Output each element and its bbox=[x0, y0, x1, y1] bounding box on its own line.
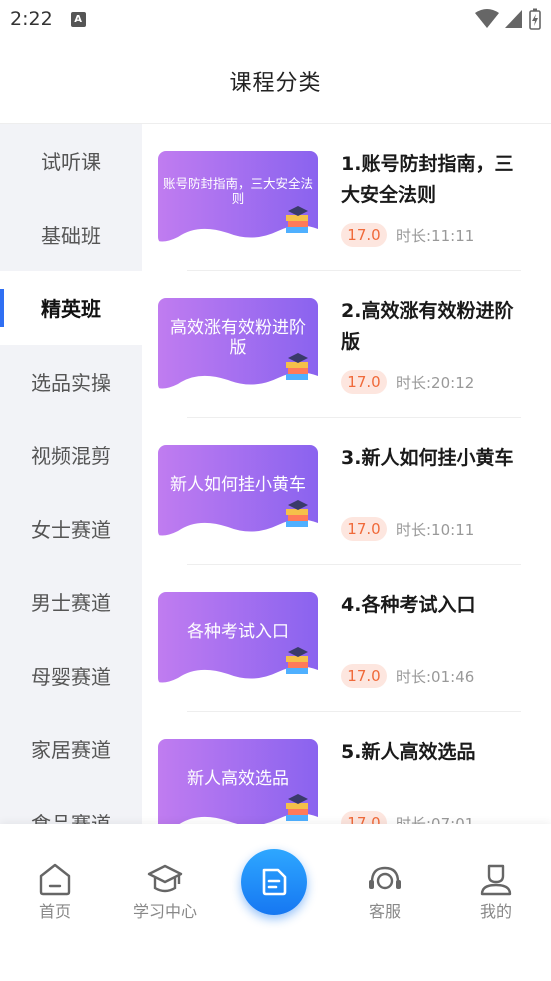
thumbnail-caption: 各种考试入口 bbox=[187, 621, 289, 642]
course-thumbnail: 新人如何挂小黄车 bbox=[158, 445, 318, 539]
thumbnail-caption: 高效涨有效粉进阶版 bbox=[170, 317, 306, 358]
nav-label: 客服 bbox=[368, 902, 401, 921]
nav-learning-center[interactable]: 学习中心 bbox=[120, 862, 210, 922]
course-card[interactable]: 账号防封指南，三大安全法则 1.账号防封指南，三大安全法则 17.0 时长:11… bbox=[142, 124, 551, 271]
sidebar-item-basic[interactable]: 基础班 bbox=[0, 198, 142, 272]
nav-customer-service[interactable]: 客服 bbox=[340, 862, 430, 922]
sidebar-item-label: 男士赛道 bbox=[31, 591, 111, 616]
sidebar-item-label: 基础班 bbox=[41, 223, 101, 248]
course-card[interactable]: 各种考试入口 4.各种考试入口 17.0 时长:01:46 bbox=[142, 565, 551, 712]
sidebar-item-label: 精英班 bbox=[41, 297, 101, 322]
sidebar-item-label: 视频混剪 bbox=[31, 444, 111, 469]
course-thumbnail: 高效涨有效粉进阶版 bbox=[158, 298, 318, 392]
sidebar-item-video-edit[interactable]: 视频混剪 bbox=[0, 418, 142, 492]
status-icons bbox=[475, 8, 541, 30]
course-card[interactable]: 新人高效选品 5.新人高效选品 17.0 时长:07:01 bbox=[142, 712, 551, 824]
price-badge: 17.0 bbox=[341, 370, 387, 394]
page-title: 课程分类 bbox=[229, 70, 322, 96]
course-thumbnail: 各种考试入口 bbox=[158, 592, 318, 686]
sidebar-item-label: 试听课 bbox=[41, 150, 101, 175]
price-badge: 17.0 bbox=[341, 517, 387, 541]
nav-home[interactable]: 首页 bbox=[10, 862, 100, 922]
course-title: 1.账号防封指南，三大安全法则 bbox=[341, 153, 514, 206]
center-action-button[interactable] bbox=[241, 849, 307, 915]
sidebar-item-label: 母婴赛道 bbox=[31, 664, 111, 689]
sidebar-item-label: 女士赛道 bbox=[31, 517, 111, 542]
user-icon bbox=[480, 864, 512, 896]
status-bar: 2:22 A bbox=[0, 0, 551, 38]
course-duration: 时长:07:01 bbox=[396, 815, 475, 824]
course-card[interactable]: 新人如何挂小黄车 3.新人如何挂小黄车 17.0 时长:10:11 bbox=[142, 418, 551, 565]
course-duration: 时长:11:11 bbox=[396, 227, 475, 245]
sidebar-item-label: 食品赛道 bbox=[31, 811, 111, 824]
course-duration: 时长:10:11 bbox=[396, 521, 475, 539]
graduation-cap-icon bbox=[147, 864, 183, 893]
price-badge: 17.0 bbox=[341, 223, 387, 247]
course-thumbnail: 账号防封指南，三大安全法则 bbox=[158, 151, 318, 245]
category-sidebar: 试听课 基础班 精英班 选品实操 视频混剪 女士赛道 男士赛道 母婴赛道 家居赛… bbox=[0, 124, 142, 824]
price-badge: 17.0 bbox=[341, 811, 387, 824]
nav-label: 学习中心 bbox=[132, 902, 197, 921]
thumbnail-caption: 账号防封指南，三大安全法则 bbox=[162, 176, 313, 206]
course-thumbnail: 新人高效选品 bbox=[158, 739, 318, 824]
course-title: 2.高效涨有效粉进阶版 bbox=[341, 300, 514, 353]
course-title: 4.各种考试入口 bbox=[341, 594, 476, 616]
sidebar-item-label: 家居赛道 bbox=[31, 738, 111, 763]
status-time: 2:22 bbox=[10, 8, 53, 30]
document-icon bbox=[262, 868, 287, 896]
sidebar-item-baby[interactable]: 母婴赛道 bbox=[0, 639, 142, 713]
course-title: 5.新人高效选品 bbox=[341, 741, 476, 763]
sidebar-item-mens[interactable]: 男士赛道 bbox=[0, 565, 142, 639]
price-badge: 17.0 bbox=[341, 664, 387, 688]
nav-label: 我的 bbox=[479, 902, 512, 921]
course-duration: 时长:01:46 bbox=[396, 668, 475, 686]
battery-icon bbox=[529, 8, 541, 30]
bottom-nav: 首页 学习中心 客服 我的 bbox=[0, 824, 551, 981]
sidebar-item-home[interactable]: 家居赛道 bbox=[0, 712, 142, 786]
thumbnail-caption: 新人如何挂小黄车 bbox=[170, 474, 306, 495]
sidebar-item-trial[interactable]: 试听课 bbox=[0, 124, 142, 198]
headset-icon bbox=[369, 866, 401, 890]
course-card[interactable]: 高效涨有效粉进阶版 2.高效涨有效粉进阶版 17.0 时长:20:12 bbox=[142, 271, 551, 418]
course-list: 账号防封指南，三大安全法则 1.账号防封指南，三大安全法则 17.0 时长:11… bbox=[142, 124, 551, 824]
sidebar-item-label: 选品实操 bbox=[31, 370, 111, 395]
header: 课程分类 bbox=[0, 38, 551, 124]
course-duration: 时长:20:12 bbox=[396, 374, 475, 392]
thumbnail-caption: 新人高效选品 bbox=[187, 768, 289, 789]
course-title: 3.新人如何挂小黄车 bbox=[341, 447, 514, 469]
sidebar-item-product-selection[interactable]: 选品实操 bbox=[0, 345, 142, 419]
sidebar-item-food[interactable]: 食品赛道 bbox=[0, 786, 142, 824]
nav-label: 首页 bbox=[38, 902, 71, 921]
home-icon bbox=[39, 863, 71, 896]
notification-icon: A bbox=[70, 11, 86, 27]
signal-icon bbox=[505, 10, 522, 28]
sidebar-item-womens[interactable]: 女士赛道 bbox=[0, 492, 142, 566]
sidebar-item-elite[interactable]: 精英班 bbox=[0, 271, 142, 345]
nav-mine[interactable]: 我的 bbox=[451, 862, 541, 922]
wifi-icon bbox=[475, 9, 499, 28]
